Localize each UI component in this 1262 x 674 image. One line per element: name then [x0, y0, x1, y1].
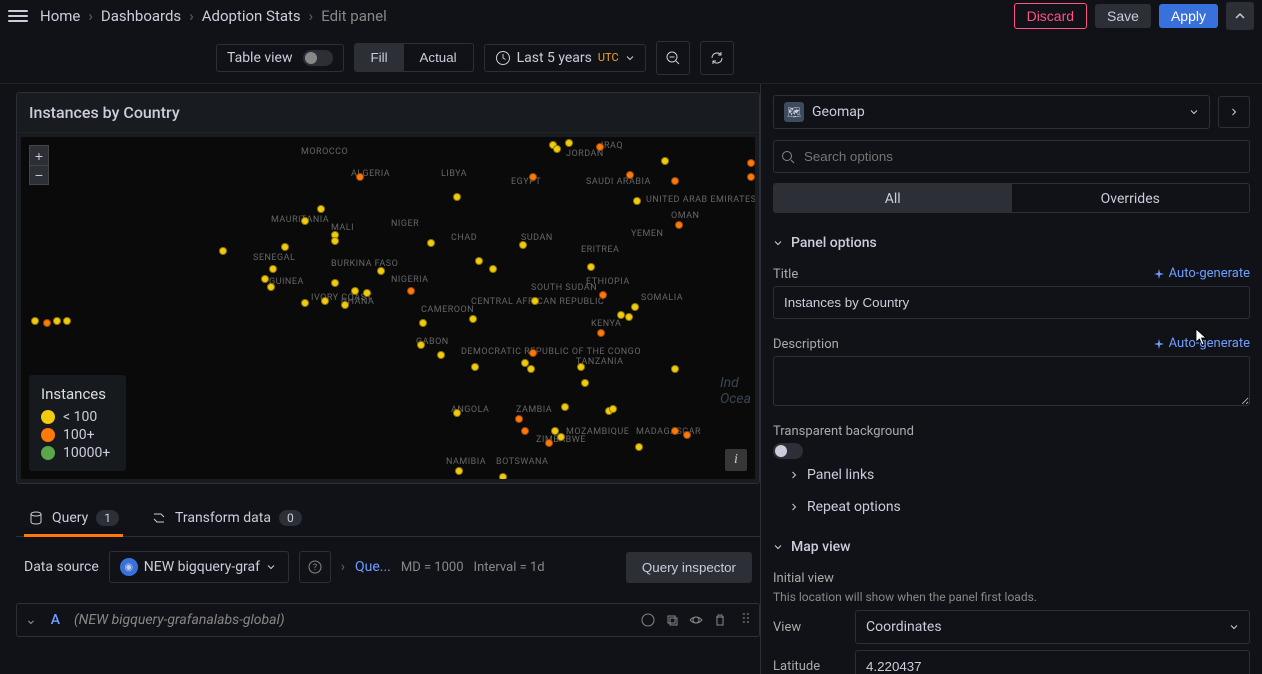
chevron-down-icon	[1229, 622, 1239, 632]
toggle-query-icon[interactable]	[689, 613, 703, 627]
menu-icon[interactable]	[8, 6, 28, 26]
table-view-toggle[interactable]: Table view	[216, 44, 344, 72]
description-field-label: Description	[773, 337, 839, 352]
database-icon	[28, 510, 44, 526]
options-tab-overrides[interactable]: Overrides	[1012, 184, 1250, 212]
breadcrumb: Home › Dashboards › Adoption Stats › Edi…	[40, 7, 387, 25]
chevron-down-icon[interactable]: ⌄	[25, 612, 37, 628]
section-map-view[interactable]: Map view	[773, 529, 1250, 565]
section-panel-links[interactable]: Panel links	[773, 459, 1250, 491]
clock-icon	[495, 50, 511, 66]
initial-view-label: Initial view	[773, 571, 1250, 586]
latitude-input[interactable]	[855, 650, 1250, 674]
chevron-right-icon	[789, 470, 799, 480]
viz-type-label: Geomap	[812, 104, 865, 120]
initial-view-hint: This location will show when the panel f…	[773, 590, 1250, 604]
autogen-description-button[interactable]: Auto-generate	[1153, 336, 1250, 351]
chevron-down-icon	[266, 562, 276, 572]
collapse-panel-button[interactable]	[1226, 2, 1254, 30]
datasource-label: Data source	[24, 559, 99, 575]
zoom-out-time-button[interactable]	[656, 41, 690, 75]
legend-title: Instances	[41, 385, 110, 403]
breadcrumb-current: Edit panel	[321, 7, 387, 25]
transform-count-badge: 0	[279, 510, 302, 526]
transform-icon	[151, 510, 167, 526]
panel-title-input[interactable]	[773, 286, 1250, 319]
legend-item-2: 10000+	[63, 445, 110, 461]
map-attribution-button[interactable]: i	[725, 449, 747, 471]
svg-text:?: ?	[313, 563, 317, 573]
search-options-input[interactable]	[773, 140, 1250, 173]
datasource-picker[interactable]: ◉ NEW bigquery-graf	[109, 551, 289, 583]
max-datapoints: MD = 1000	[401, 560, 464, 575]
query-count-badge: 1	[96, 510, 119, 526]
query-letter: A	[51, 612, 60, 628]
chevron-down-icon	[773, 238, 783, 248]
map-zoom-out[interactable]: −	[29, 165, 49, 185]
panel-description-input[interactable]	[773, 356, 1250, 406]
chevron-right-icon	[789, 502, 799, 512]
view-label: View	[773, 620, 843, 635]
latitude-label: Latitude	[773, 659, 843, 674]
table-view-switch[interactable]	[303, 50, 333, 66]
duplicate-query-icon[interactable]	[665, 613, 679, 627]
sparkle-icon	[1153, 338, 1165, 350]
datasource-help-button[interactable]: ?	[299, 551, 331, 583]
title-field-label: Title	[773, 267, 798, 282]
section-repeat-options[interactable]: Repeat options	[773, 491, 1250, 523]
breadcrumb-dashboards[interactable]: Dashboards	[101, 7, 181, 25]
interval: Interval = 1d	[474, 560, 545, 575]
time-range-label: Last 5 years	[517, 50, 592, 66]
fill-toggle[interactable]: Fill	[355, 44, 404, 71]
options-tab-all[interactable]: All	[774, 184, 1012, 212]
panel-title: Instances by Country	[17, 93, 759, 133]
chevron-down-icon	[625, 53, 635, 63]
utc-badge: UTC	[598, 51, 619, 64]
toggle-options-pane-button[interactable]	[1218, 96, 1250, 128]
geomap-icon: 🗺	[784, 102, 804, 122]
section-panel-options[interactable]: Panel options	[773, 225, 1250, 261]
chevron-down-icon	[773, 542, 783, 552]
visualization-picker[interactable]: 🗺 Geomap	[773, 95, 1210, 129]
autogen-title-button[interactable]: Auto-generate	[1153, 266, 1250, 281]
sparkle-icon	[1153, 268, 1165, 280]
search-icon	[781, 150, 795, 164]
actual-toggle[interactable]: Actual	[404, 44, 473, 71]
map-legend: Instances < 100 100+ 10000+	[29, 375, 126, 471]
tab-query[interactable]: Query 1	[24, 502, 123, 536]
drag-handle-icon[interactable]: ⠿	[741, 612, 751, 628]
apply-button[interactable]: Apply	[1159, 4, 1218, 28]
query-row-a[interactable]: ⌄ A (NEW bigquery-grafanalabs-global) ⠿	[16, 603, 760, 637]
discard-button[interactable]: Discard	[1014, 3, 1087, 29]
legend-item-1: 100+	[63, 427, 95, 443]
query-inspector-button[interactable]: Query inspector	[626, 552, 752, 583]
time-range-picker[interactable]: Last 5 years UTC	[484, 44, 646, 72]
tab-transform-label: Transform data	[175, 510, 271, 526]
delete-query-icon[interactable]	[713, 613, 727, 627]
chevron-down-icon	[1189, 107, 1199, 117]
transparent-bg-toggle[interactable]	[773, 443, 803, 459]
refresh-button[interactable]	[700, 41, 734, 75]
bigquery-icon: ◉	[120, 558, 138, 576]
tab-query-label: Query	[52, 510, 88, 526]
query-desc: (NEW bigquery-grafanalabs-global)	[74, 612, 627, 628]
view-select[interactable]: Coordinates	[855, 610, 1250, 644]
table-view-label: Table view	[227, 50, 293, 66]
map-zoom-in[interactable]: +	[29, 145, 49, 165]
tab-transform[interactable]: Transform data 0	[147, 502, 306, 536]
query-options-link[interactable]: Que...	[355, 559, 391, 575]
query-help-icon[interactable]	[641, 613, 655, 627]
geomap-canvas[interactable]: + − MOROCCOALGERIALIBYAEGYPTSAUDI ARABIA…	[21, 137, 755, 479]
ocean-label: IndOcea	[720, 375, 751, 407]
legend-item-0: < 100	[63, 409, 97, 425]
save-button[interactable]: Save	[1095, 4, 1151, 28]
breadcrumb-home[interactable]: Home	[40, 7, 80, 25]
breadcrumb-dashboard[interactable]: Adoption Stats	[202, 7, 301, 25]
datasource-name: NEW bigquery-graf	[144, 559, 260, 575]
transparent-bg-label: Transparent background	[773, 424, 1250, 439]
